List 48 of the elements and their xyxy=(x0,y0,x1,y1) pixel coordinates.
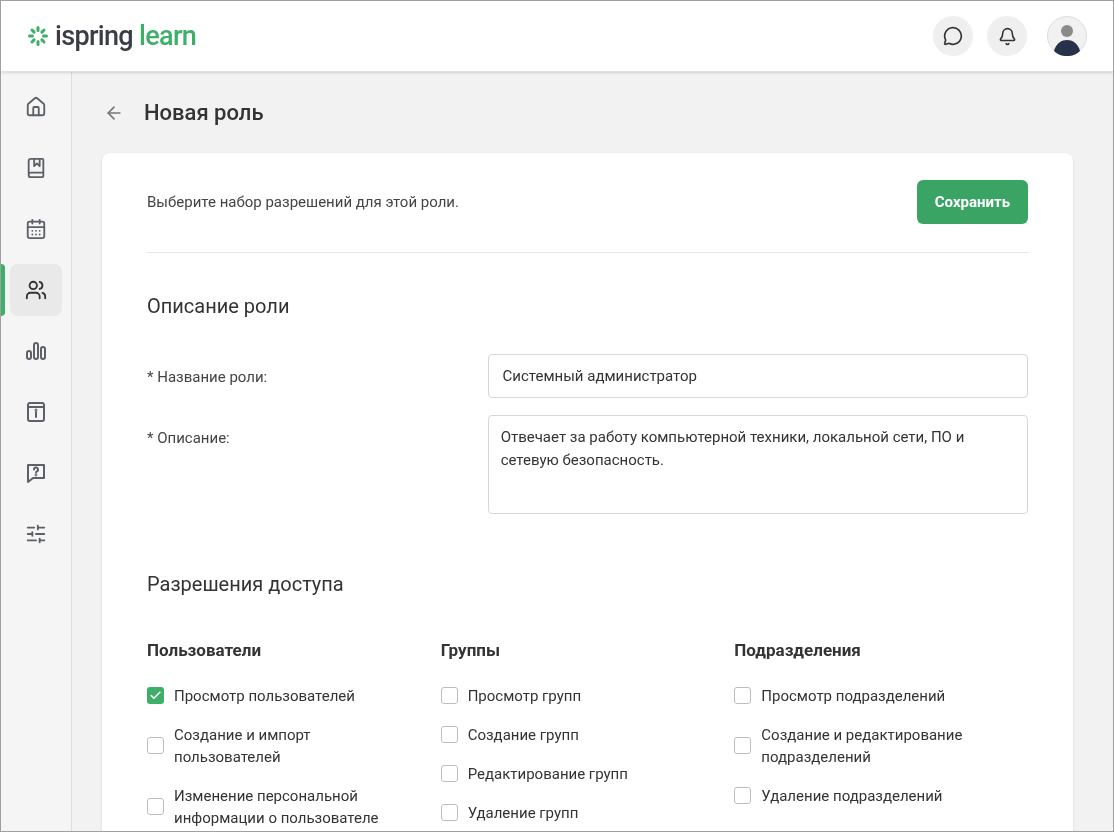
section-title: Разрешения доступа xyxy=(147,571,345,598)
checkbox[interactable] xyxy=(440,765,458,782)
book-icon xyxy=(25,157,47,179)
info-card-icon xyxy=(24,400,48,424)
checkbox[interactable] xyxy=(147,737,164,754)
page-title: Новая роль xyxy=(144,99,264,127)
checkbox-label: Просмотр групп xyxy=(467,685,582,707)
checkbox[interactable] xyxy=(147,687,164,704)
calendar-icon xyxy=(25,218,47,240)
question-bubble-icon xyxy=(24,461,48,485)
description-field[interactable]: Отвечает за работу компьютерной техники, локальной сети, ПО и сетевую безопасность. xyxy=(487,415,1028,514)
users-icon xyxy=(25,279,47,301)
checkbox-label: Просмотр пользователей xyxy=(174,685,355,707)
chat-icon xyxy=(943,26,963,46)
sidebar-item[interactable] xyxy=(10,264,62,316)
intro-text: Выберите набор разрешений для этой роли. xyxy=(147,191,459,213)
field-label: * Название роли: xyxy=(147,367,269,388)
checkbox[interactable] xyxy=(147,798,164,815)
check-icon xyxy=(149,689,162,702)
group-title: Группы xyxy=(440,639,501,662)
checkbox-label: Удаление групп xyxy=(467,802,579,824)
checkbox-label: Просмотр подразделений xyxy=(761,685,946,707)
checkbox[interactable] xyxy=(734,787,752,804)
checkbox[interactable] xyxy=(734,687,752,704)
section-title: Описание роли xyxy=(147,293,291,320)
group-title: Пользователи xyxy=(147,639,263,662)
checkbox-label: Удаление подразделений xyxy=(761,785,943,807)
logo-icon xyxy=(27,25,49,47)
sliders-icon xyxy=(25,523,47,545)
bar-chart-icon xyxy=(24,339,48,363)
checkbox-label: Изменение персональной информации о пользователе xyxy=(174,785,380,829)
checkbox[interactable] xyxy=(440,687,458,704)
checkbox[interactable] xyxy=(734,737,752,754)
logo[interactable]: ispring learn xyxy=(27,22,197,50)
checkbox-label: Создание групп xyxy=(467,724,579,746)
avatar[interactable] xyxy=(1047,16,1087,56)
notifications-button[interactable] xyxy=(987,16,1027,56)
name-field[interactable]: Системный администратор xyxy=(487,354,1028,398)
field-label: * Описание: xyxy=(147,428,231,449)
chat-button[interactable] xyxy=(933,16,973,56)
checkbox[interactable] xyxy=(440,804,458,821)
checkbox-label: Редактирование групп xyxy=(467,763,628,785)
checkbox[interactable] xyxy=(440,726,458,743)
home-icon xyxy=(25,96,47,118)
bell-icon xyxy=(997,26,1017,46)
checkbox-label: Создание и редактирование подразделений xyxy=(761,724,964,768)
group-title: Подразделения xyxy=(734,639,862,662)
checkbox-label: Создание и импорт пользователей xyxy=(174,724,312,768)
